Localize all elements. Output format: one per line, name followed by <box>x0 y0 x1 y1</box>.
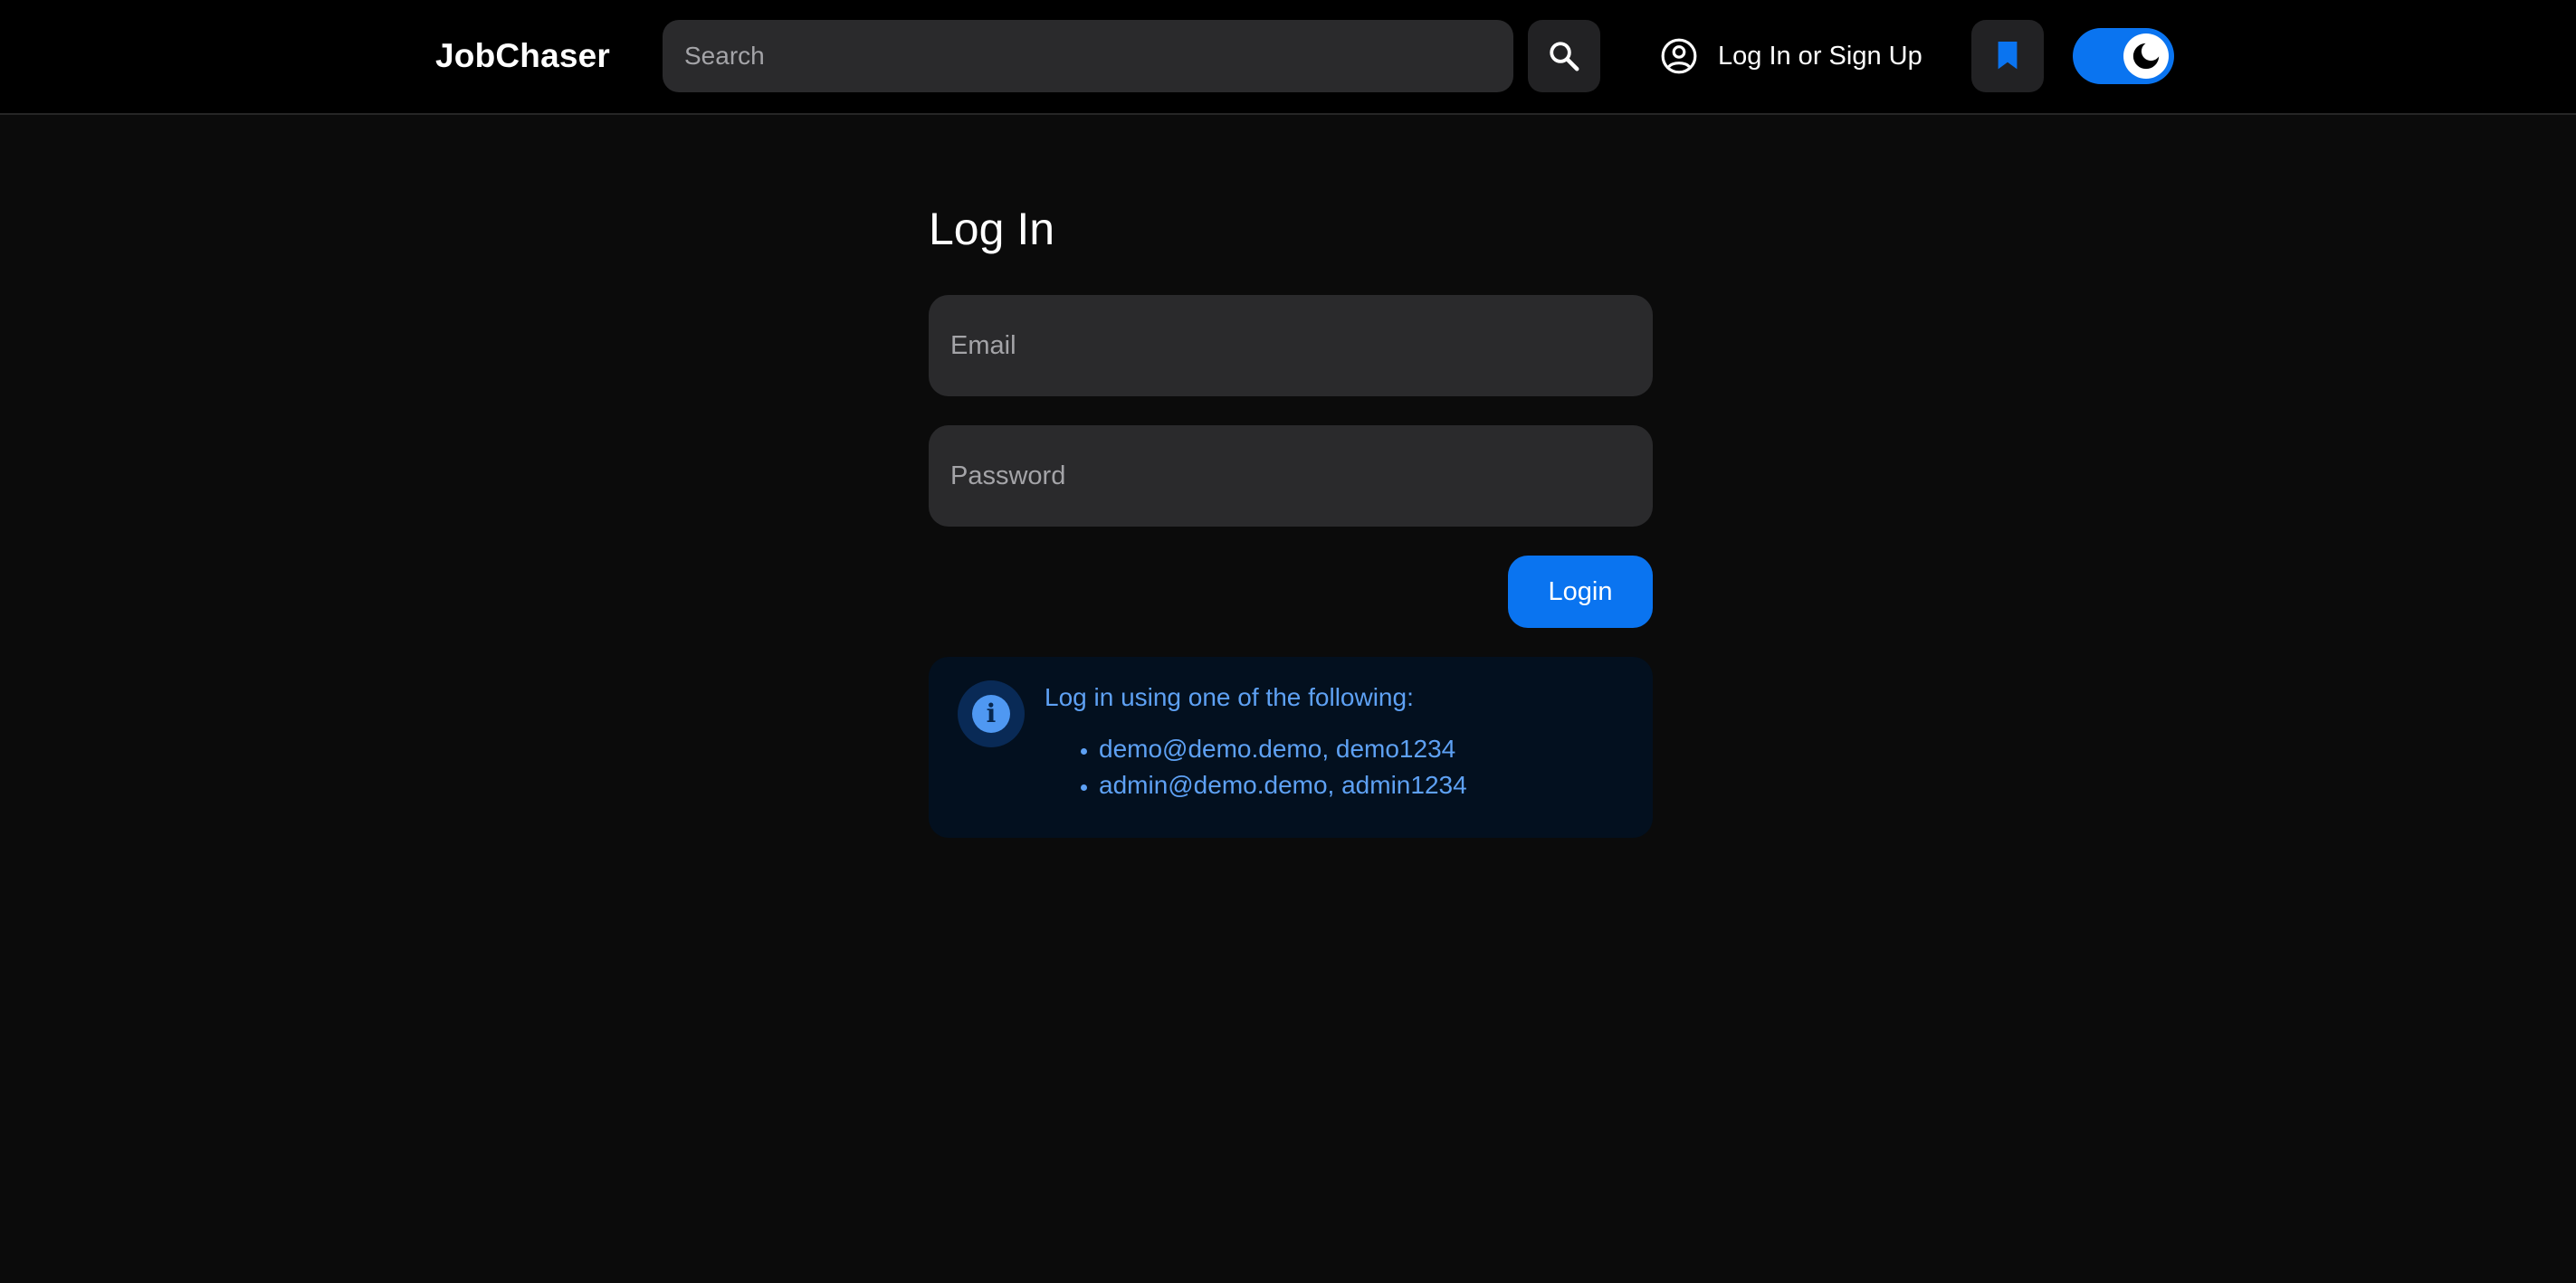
page-title: Log In <box>929 204 1055 254</box>
bookmark-icon <box>1998 42 2018 70</box>
search-button[interactable] <box>1528 20 1600 92</box>
info-heading: Log in using one of the following: <box>1045 683 1414 711</box>
email-field[interactable] <box>929 295 1653 396</box>
bookmarks-button[interactable] <box>1971 20 2044 92</box>
user-circle-icon <box>1661 38 1697 74</box>
demo-credentials-alert: i Log in using one of the following: dem… <box>929 657 1653 838</box>
theme-toggle[interactable] <box>2073 28 2174 84</box>
login-button[interactable]: Login <box>1508 556 1653 628</box>
login-signup-label: Log In or Sign Up <box>1718 41 1922 71</box>
login-signup-link[interactable]: Log In or Sign Up <box>1660 34 1922 78</box>
list-item: admin@demo.demo, admin1234 <box>1099 767 1467 803</box>
info-icon-badge: i <box>958 680 1025 747</box>
search-icon <box>1550 42 1579 71</box>
search-input[interactable] <box>663 20 1513 92</box>
top-navbar: JobChaser Log In or Sign Up <box>0 0 2576 115</box>
brand-logo[interactable]: JobChaser <box>435 34 610 78</box>
moon-icon <box>2132 42 2161 70</box>
credentials-list: demo@demo.demo, demo1234 admin@demo.demo… <box>1075 731 1467 803</box>
info-icon: i <box>972 695 1010 733</box>
toggle-knob <box>2123 33 2169 79</box>
password-field[interactable] <box>929 425 1653 527</box>
list-item: demo@demo.demo, demo1234 <box>1099 731 1467 767</box>
